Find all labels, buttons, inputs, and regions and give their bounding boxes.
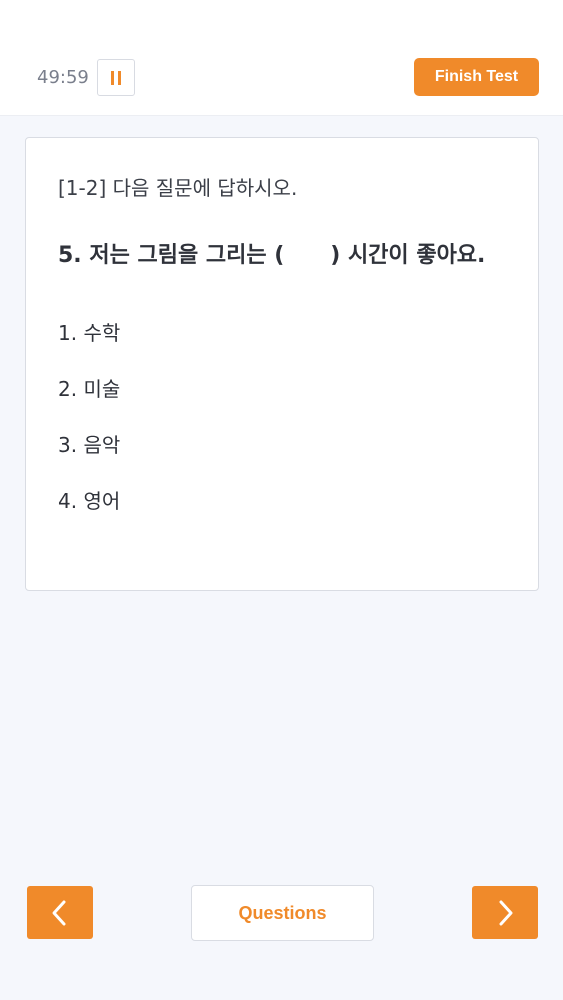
previous-question-button[interactable] <box>27 886 93 939</box>
answer-option-3[interactable]: 3. 음악 <box>58 431 120 459</box>
question-instruction: [1-2] 다음 질문에 답하시오. <box>58 176 298 200</box>
questions-button[interactable]: Questions <box>191 885 374 941</box>
chevron-right-icon <box>499 900 513 925</box>
question-card: [1-2] 다음 질문에 답하시오. 5. 저는 그림을 그리는 ( ) 시간이… <box>25 137 539 591</box>
answer-option-2[interactable]: 2. 미술 <box>58 375 120 403</box>
chevron-left-icon <box>52 900 66 925</box>
timer: 49:59 <box>37 67 89 88</box>
finish-test-button[interactable]: Finish Test <box>414 58 539 96</box>
answer-option-4[interactable]: 4. 영어 <box>58 487 120 515</box>
next-question-button[interactable] <box>472 886 538 939</box>
answer-option-1[interactable]: 1. 수학 <box>58 319 120 347</box>
pause-icon <box>109 70 123 85</box>
question-text: 5. 저는 그림을 그리는 ( ) 시간이 좋아요. <box>58 243 486 268</box>
top-bar: 49:59 Finish Test <box>0 0 563 116</box>
pause-button[interactable] <box>97 59 135 96</box>
